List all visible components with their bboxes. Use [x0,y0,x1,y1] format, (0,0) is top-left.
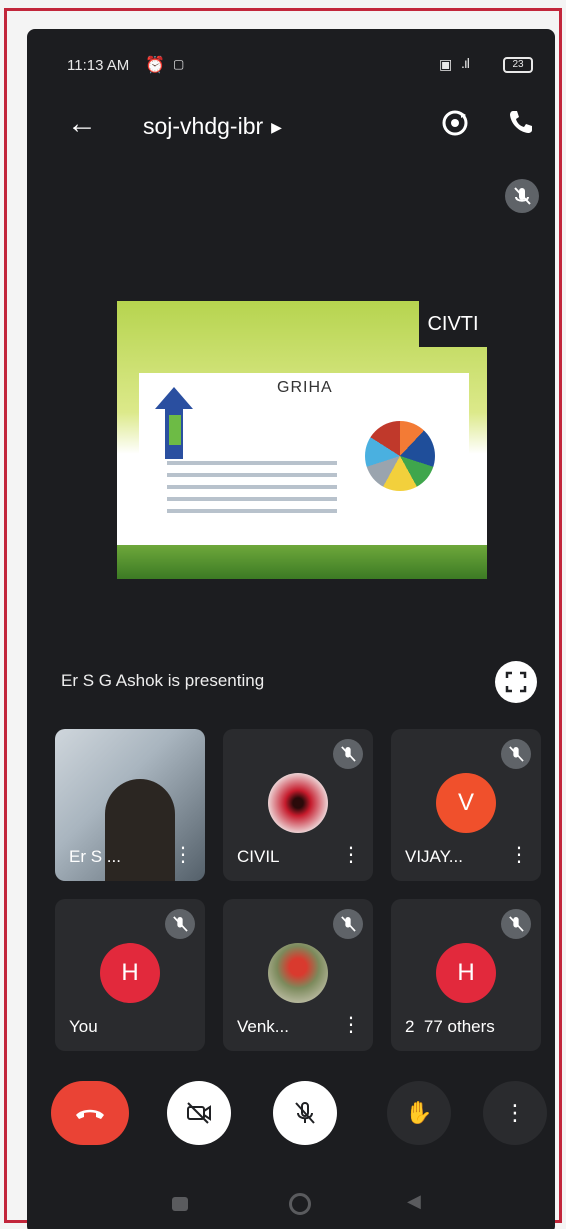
mic-off-svg [341,916,356,932]
chevron-right-icon: ▶ [271,119,282,136]
slide-text-block [167,461,337,521]
raise-hand-button[interactable]: ✋ [387,1081,451,1145]
more-vert-icon[interactable]: ⋮ [341,842,361,867]
status-time: 11:13 AM [67,57,130,74]
more-vert-icon[interactable]: ⋮ [173,842,193,867]
mic-off-icon [333,739,363,769]
slide-text-line [167,461,337,465]
more-vert-icon[interactable]: ⋮ [509,842,529,867]
shared-slide: CIVTI GRIHA [117,301,487,579]
end-call-button[interactable] [51,1081,129,1145]
signal-icon: .ıl [461,55,470,71]
participant-avatar-photo [268,773,328,833]
mic-off-svg [173,916,188,932]
participant-avatar: H [436,943,496,1003]
participant-name: CIVIL [237,847,280,866]
call-header: ← soj-vhdg-ibr ▶ [27,101,555,151]
mic-off-icon [295,1102,315,1124]
meet-call-screen: 11:13 AM ⏰ ▢ ▣ .ıl 23 ← soj-vhdg-ibr ▶ C… [27,29,555,1229]
home-icon[interactable] [289,1193,311,1215]
others-count: 77 others [423,1017,495,1036]
recent-apps-icon[interactable] [172,1197,188,1211]
participant-avatar: H [100,943,160,1003]
phone-audio-icon[interactable] [503,107,539,143]
participant-avatar-photo [268,943,328,1003]
slide-text-line [167,509,337,513]
sim-icon: ▣ [439,56,453,72]
presenting-label: Er S G Ashok is presenting [61,671,265,690]
participant-tile[interactable]: V VIJAY... ⋮ [391,729,541,881]
camera-off-icon [187,1102,211,1124]
mic-off-icon [501,909,531,939]
hand-icon: ✋ [405,1100,433,1125]
mic-off-icon [165,909,195,939]
participant-tile[interactable]: Venk... ⋮ [223,899,373,1051]
meeting-code: soj-vhdg-ibr [143,113,264,139]
participant-avatar: V [436,773,496,833]
back-arrow-icon[interactable]: ← [67,107,97,141]
participant-tile[interactable]: Er S ... ⋮ [55,729,205,881]
mic-off-svg [341,746,356,762]
fullscreen-button[interactable] [495,661,537,703]
slide-text-line [167,473,337,477]
participant-name: Er S ... [69,847,121,866]
screenshot-frame: 11:13 AM ⏰ ▢ ▣ .ıl 23 ← soj-vhdg-ibr ▶ C… [4,8,562,1229]
more-vert-icon: ⋮ [504,1100,526,1125]
participant-name: You [69,1017,98,1036]
slide-title: GRIHA [277,379,333,396]
nav-back-icon[interactable]: ◀ [407,1191,421,1212]
others-prefix: 2 [405,1017,415,1036]
mic-off-button[interactable] [273,1081,337,1145]
slide-text-line [167,497,337,501]
mic-off-svg [514,187,531,205]
more-vert-icon[interactable]: ⋮ [341,1012,361,1037]
participant-name: 2 77 others [405,1017,495,1037]
end-call-icon [76,1109,104,1119]
meeting-code-title[interactable]: soj-vhdg-ibr ▶ [143,113,282,140]
participant-tile[interactable]: CIVIL ⋮ [223,729,373,881]
slide-text-line [167,485,337,489]
presenter-mic-off-icon [505,179,539,213]
phone-svg [510,111,532,133]
participant-name: Venk... [237,1017,289,1036]
camera-off-button[interactable] [167,1081,231,1145]
system-nav-bar: ◀ [27,1179,555,1229]
battery-icon: 23 [503,57,533,73]
slide-grass-footer [117,545,487,579]
slide-logo: CIVTI [419,301,487,347]
more-options-button[interactable]: ⋮ [483,1081,547,1145]
call-controls: ✋ ⋮ [27,1081,555,1161]
fullscreen-icon [505,671,527,693]
mic-off-svg [509,746,524,762]
slide-pie-chart [365,421,435,491]
screen-record-icon: ▢ [173,57,185,71]
alarm-icon: ⏰ [145,57,165,74]
mic-off-icon [333,909,363,939]
participant-tile[interactable]: H You [55,899,205,1051]
switch-camera-icon[interactable] [437,107,473,143]
mic-off-icon [501,739,531,769]
switch-camera-svg [442,110,468,136]
participant-tile[interactable]: H 2 77 others [391,899,541,1051]
mic-off-svg [509,916,524,932]
status-bar: 11:13 AM ⏰ ▢ ▣ .ıl 23 [27,29,555,99]
griha-logo-icon [155,387,193,459]
participant-name: VIJAY... [405,847,463,866]
